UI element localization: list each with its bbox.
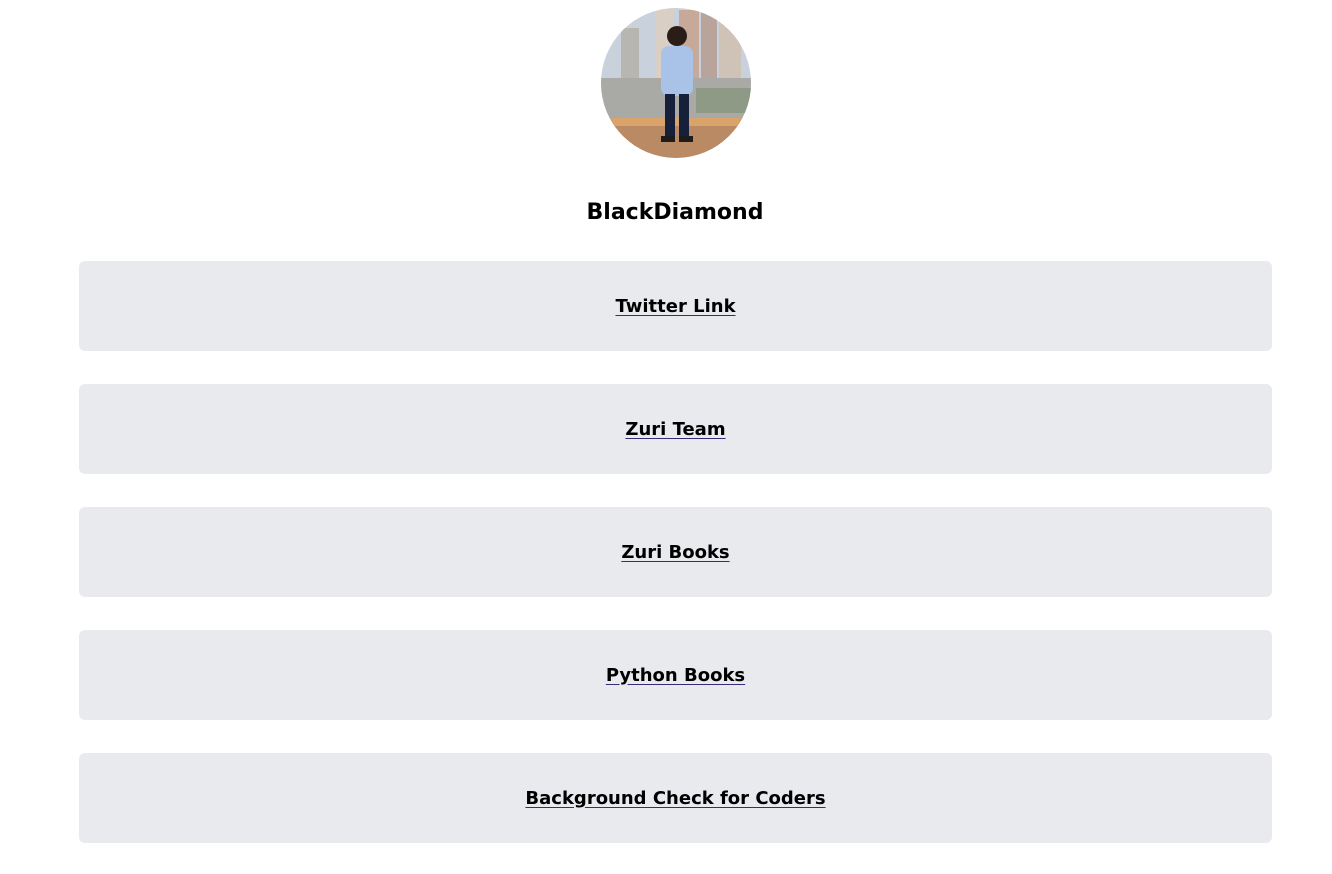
- zuri-team-link[interactable]: Zuri Team: [625, 419, 725, 440]
- profile-name: BlackDiamond: [586, 200, 764, 225]
- profile-page: BlackDiamond Twitter Link Zuri Team Zuri…: [0, 0, 1332, 874]
- link-card-background-check[interactable]: Background Check for Coders: [79, 753, 1272, 843]
- background-check-link[interactable]: Background Check for Coders: [525, 788, 825, 809]
- profile-photo-icon: [601, 8, 751, 158]
- avatar: [601, 8, 751, 158]
- zuri-books-link[interactable]: Zuri Books: [621, 542, 729, 563]
- link-card-zuri-team[interactable]: Zuri Team: [79, 384, 1272, 474]
- links-list: Twitter Link Zuri Team Zuri Books Python…: [79, 261, 1272, 843]
- link-card-zuri-books[interactable]: Zuri Books: [79, 507, 1272, 597]
- twitter-link[interactable]: Twitter Link: [615, 296, 735, 317]
- link-card-python-books[interactable]: Python Books: [79, 630, 1272, 720]
- python-books-link[interactable]: Python Books: [606, 665, 745, 686]
- link-card-twitter[interactable]: Twitter Link: [79, 261, 1272, 351]
